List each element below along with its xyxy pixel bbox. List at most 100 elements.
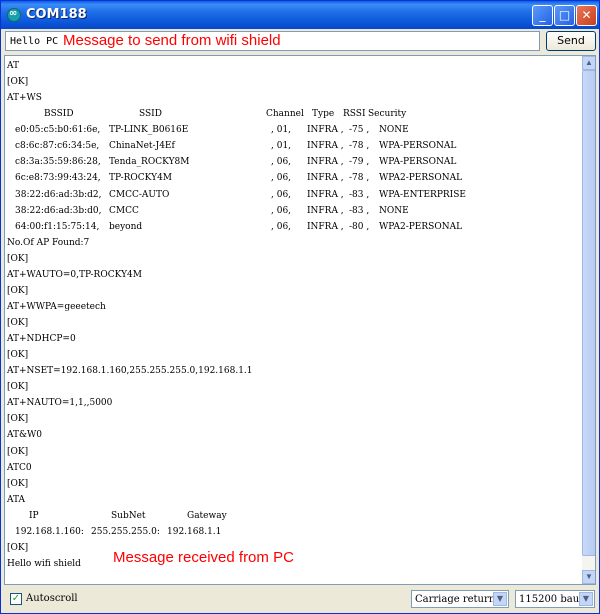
scan-cell-bssid: c8:6c:87:c6:34:5e, xyxy=(15,141,100,152)
log-line: [OK] xyxy=(7,285,29,296)
scan-cell-ssid: CMCC xyxy=(109,205,139,216)
ip-row: 192.168.1.160: 255.255.255.0: 192.168.1.… xyxy=(7,524,577,540)
arduino-icon: ∞ xyxy=(7,8,21,22)
log-line: AT+WS xyxy=(7,93,42,104)
scan-cell-ssid: beyond xyxy=(109,221,143,232)
col-gateway: Gateway xyxy=(187,510,227,521)
log-line: No.Of AP Found:7 xyxy=(7,237,90,248)
log-line: [OK] xyxy=(7,318,29,328)
scan-cell-type: INFRA , xyxy=(307,221,344,232)
col-bssid: BSSID xyxy=(44,109,74,120)
scan-cell-ssid: ChinaNet-J4Ef xyxy=(109,141,175,152)
minimize-button[interactable]: _ xyxy=(532,5,553,26)
annotation-send: Message to send from wifi shield xyxy=(63,32,281,49)
scan-row: 38:22:d6:ad:3b:d2, CMCC-AUTO , 06, INFRA ,-… xyxy=(7,187,577,203)
ip-value: 192.168.1.160: xyxy=(15,526,84,537)
autoscroll-label: Autoscroll xyxy=(26,593,78,604)
scan-header-row: BSSID SSID Channel Type RSSI Security xyxy=(7,106,577,122)
scan-cell-type: INFRA , xyxy=(307,205,344,216)
scan-cell-type: INFRA , xyxy=(307,141,344,152)
scan-cell-type: INFRA , xyxy=(307,173,344,184)
scan-cell-bssid: 6c:e8:73:99:43:24, xyxy=(15,173,101,184)
vertical-scrollbar[interactable]: ▲ ▼ xyxy=(582,56,595,584)
scan-cell-rssi: -83 , xyxy=(349,205,370,216)
maximize-button[interactable]: □ xyxy=(554,5,575,26)
scan-cell-type: INFRA , xyxy=(307,125,344,136)
log-line: AT+NDHCP=0 xyxy=(7,334,76,345)
log-line: ATA xyxy=(7,494,26,505)
scan-cell-security: NONE xyxy=(379,125,409,136)
log-line: AT+NSET=192.168.1.160,255.255.255.0,192.… xyxy=(7,366,253,377)
scan-cell-rssi: -75 , xyxy=(349,125,370,136)
close-button[interactable]: ✕ xyxy=(576,5,597,26)
log-line: AT+WAUTO=0,TP-ROCKY4M xyxy=(7,269,142,280)
scan-cell-channel: , 01, xyxy=(271,141,292,152)
window-title: COM188 xyxy=(26,7,87,22)
serial-output[interactable]: AT [OK] AT+WS BSSID SSID Channel Type RS… xyxy=(4,55,596,585)
scroll-thumb[interactable] xyxy=(582,70,595,556)
scan-cell-rssi: -83 , xyxy=(349,189,370,200)
scroll-down-arrow-icon[interactable]: ▼ xyxy=(582,570,595,584)
scan-cell-rssi: -78 , xyxy=(349,173,370,184)
scan-cell-channel: , 06, xyxy=(271,205,292,216)
scan-cell-rssi: -79 , xyxy=(349,157,370,168)
col-subnet: SubNet xyxy=(111,510,146,521)
scan-row: c8:3a:35:59:86:28, Tenda_ROCKY8M , 06, INFR… xyxy=(7,154,577,170)
log-line: [OK] xyxy=(7,446,29,457)
scan-row: 6c:e8:73:99:43:24, TP-ROCKY4M , 06, INFRA ,… xyxy=(7,170,577,186)
scan-cell-security: WPA-PERSONAL xyxy=(379,157,457,168)
scan-row: 64:00:f1:15:75:14, beyond , 06, INFRA , -80 … xyxy=(7,219,577,235)
scan-cell-ssid: TP-ROCKY4M xyxy=(109,173,173,184)
scan-cell-security: NONE xyxy=(379,205,409,216)
col-ip: IP xyxy=(29,510,39,521)
col-security: Security xyxy=(368,109,407,120)
serial-log: AT [OK] AT+WS BSSID SSID Channel Type RS… xyxy=(7,58,577,572)
baud-rate-value: 115200 baud xyxy=(519,594,586,605)
ip-header-row: IP SubNet Gateway xyxy=(7,508,577,524)
log-line: [OK] xyxy=(7,478,29,489)
scan-cell-bssid: 38:22:d6:ad:3b:d0, xyxy=(15,205,102,216)
scan-cell-channel: , 01, xyxy=(271,125,292,136)
scan-cell-rssi: -78 , xyxy=(349,141,370,152)
scan-cell-security: WPA2-PERSONAL xyxy=(379,221,463,232)
scan-cell-security: WPA2-PERSONAL xyxy=(379,173,463,184)
chevron-down-icon[interactable]: ▼ xyxy=(493,592,507,606)
log-line: [OK] xyxy=(7,253,29,264)
scan-cell-channel: , 06, xyxy=(271,221,292,232)
scan-cell-ssid: Tenda_ROCKY8M xyxy=(109,157,190,168)
scan-cell-security: WPA-PERSONAL xyxy=(379,141,457,152)
log-line: [OK] xyxy=(7,77,29,88)
send-button[interactable]: Send xyxy=(546,31,596,51)
chevron-down-icon[interactable]: ▼ xyxy=(579,592,593,606)
autoscroll-checkbox[interactable]: ✓ xyxy=(10,593,22,605)
scan-cell-ssid: CMCC-AUTO xyxy=(109,189,170,200)
log-line: AT&W0 xyxy=(7,430,42,441)
line-ending-value: Carriage return xyxy=(415,594,496,605)
scan-row: c8:6c:87:c6:34:5e, ChinaNet-J4Ef , 01, INFR… xyxy=(7,138,577,154)
baud-rate-select[interactable]: 115200 baud ▼ xyxy=(515,590,595,608)
log-line: [OK] xyxy=(7,350,29,361)
command-log: No.Of AP Found:7 [OK] AT+WAUTO=0,TP-ROCKY4… xyxy=(7,235,577,508)
scan-cell-channel: , 06, xyxy=(271,173,292,184)
line-ending-select[interactable]: Carriage return ▼ xyxy=(411,590,509,608)
footer-bar: ✓ Autoscroll Carriage return ▼ 115200 ba… xyxy=(1,587,599,613)
scroll-up-arrow-icon[interactable]: ▲ xyxy=(582,56,595,70)
gateway-value: 192.168.1.1 xyxy=(167,526,222,537)
scan-row: e0:05:c5:b0:61:6e, TP-LINK_B0616E , 01, INF… xyxy=(7,122,577,138)
scan-cell-type: INFRA , xyxy=(307,189,344,200)
annotation-received: Message received from PC xyxy=(113,549,294,566)
scan-cell-type: INFRA , xyxy=(307,157,344,168)
log-line: AT+WWPA=geeetech xyxy=(7,301,106,312)
title-bar[interactable]: ∞ COM188 _ □ ✕ xyxy=(1,1,599,29)
log-line: [OK] xyxy=(7,382,29,393)
scan-cell-ssid: TP-LINK_B0616E xyxy=(109,125,189,136)
scan-cell-bssid: c8:3a:35:59:86:28, xyxy=(15,157,101,168)
subnet-value: 255.255.255.0: xyxy=(91,526,160,537)
scan-cell-bssid: 64:00:f1:15:75:14, xyxy=(15,221,100,232)
scan-cell-security: WPA-ENTERPRISE xyxy=(379,189,466,200)
scan-row: 38:22:d6:ad:3b:d0, CMCC , 06, INFRA , -83 , N… xyxy=(7,203,577,219)
col-ssid: SSID xyxy=(139,109,162,120)
col-channel: Channel xyxy=(266,109,304,120)
serial-monitor-window: ∞ COM188 _ □ ✕ Send Message to send from… xyxy=(0,0,600,614)
log-line: AT xyxy=(7,61,20,71)
